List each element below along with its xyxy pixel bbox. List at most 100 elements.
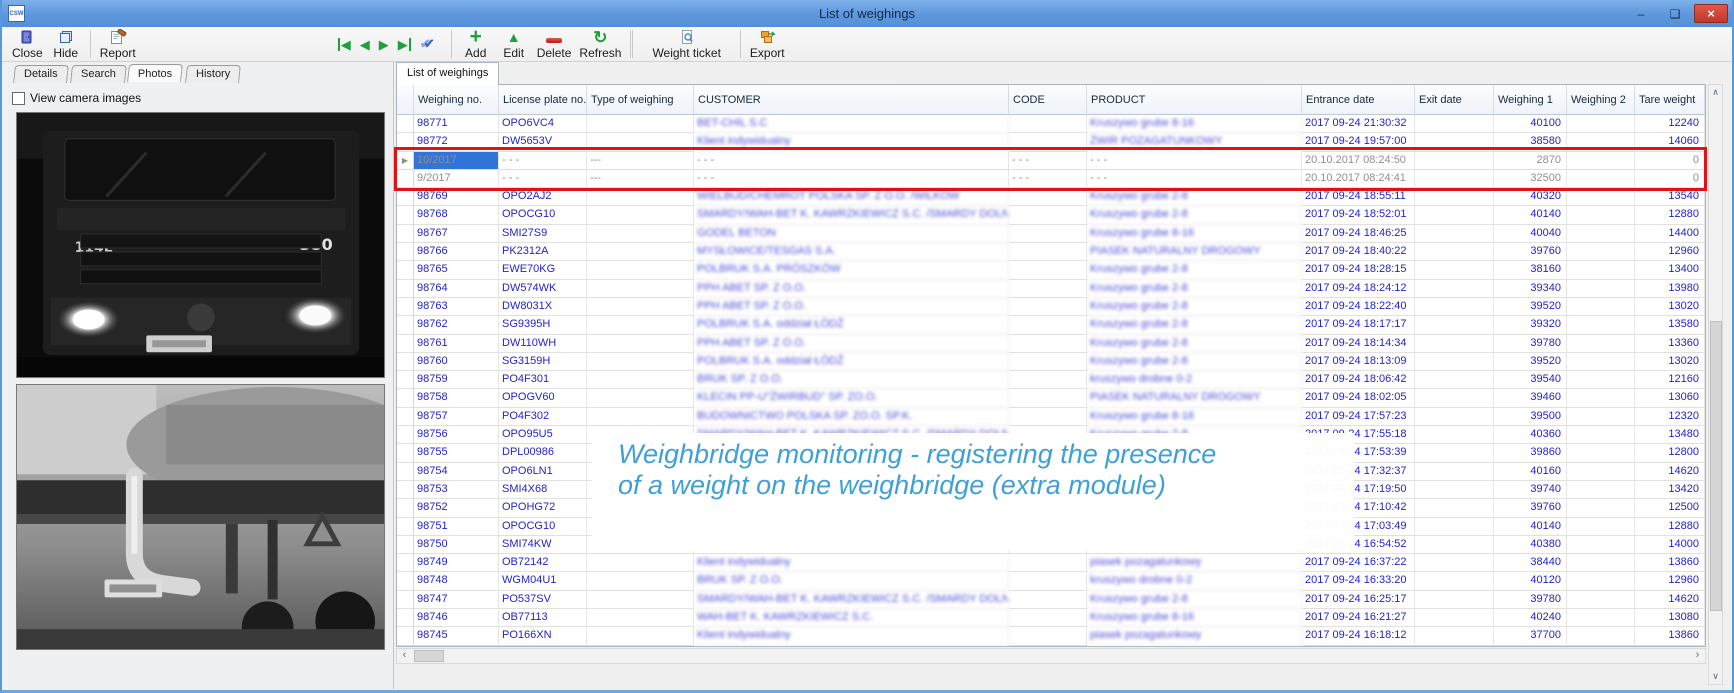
horizontal-scrollbar[interactable]: ‹ › bbox=[396, 648, 1706, 664]
cell-exit-date[interactable] bbox=[1415, 480, 1494, 500]
table-row[interactable]: 98760 SG3159H POLBRUK S.A. oddział ŁÓDŹ Kru… bbox=[397, 352, 1705, 372]
cell-code[interactable] bbox=[1009, 389, 1087, 408]
cell-weighing-2[interactable] bbox=[1567, 334, 1635, 353]
previous-record-icon[interactable]: ◀ bbox=[360, 38, 370, 51]
cell-weighing-no[interactable]: 98756 bbox=[414, 426, 499, 445]
table-row[interactable]: 98766 PK2312A MYSŁOWICE/TESGAS S.A. PIASEK … bbox=[397, 243, 1705, 262]
cell-entrance-date[interactable]: 2017 09-24 16:33:20 bbox=[1302, 572, 1415, 591]
cell-code[interactable] bbox=[1009, 627, 1087, 646]
cell-entrance-date[interactable]: 2017 09-24 18:55:11 bbox=[1302, 188, 1415, 207]
cell-exit-date[interactable] bbox=[1415, 243, 1494, 262]
row-marker[interactable]: ▶ bbox=[397, 151, 414, 170]
cell-weighing-2[interactable] bbox=[1567, 297, 1635, 317]
cell-weighing-1[interactable]: 39540 bbox=[1494, 371, 1567, 390]
cell-tare-weight[interactable]: 13400 bbox=[1635, 261, 1705, 280]
cell-tare-weight[interactable]: 13540 bbox=[1635, 188, 1705, 207]
minimize-button[interactable]: – bbox=[1626, 4, 1656, 23]
cell-product[interactable]: Kruszywo grube 2-8 bbox=[1087, 352, 1302, 372]
table-row[interactable]: 98747 PO537SV SMARDY/WAH-BET K. KAWRZKIEWI… bbox=[397, 590, 1705, 610]
cell-tare-weight[interactable]: 14400 bbox=[1635, 224, 1705, 244]
cell-license-plate[interactable]: OPO6VC4 bbox=[499, 115, 587, 134]
cell-license-plate[interactable]: OPO6LN1 bbox=[499, 462, 587, 481]
cell-tare-weight[interactable]: 12960 bbox=[1635, 243, 1705, 262]
table-row[interactable]: 98762 SG9395H POLBRUK S.A. oddział ŁÓDŹ Kru… bbox=[397, 316, 1705, 335]
column-header[interactable]: Tare weight bbox=[1635, 85, 1705, 115]
row-marker[interactable] bbox=[397, 115, 414, 134]
confirm-all-icon[interactable]: ✔ ✔ bbox=[420, 36, 438, 51]
cell-weighing-2[interactable] bbox=[1567, 517, 1635, 536]
cell-exit-date[interactable] bbox=[1415, 517, 1494, 536]
cell-weighing-2[interactable] bbox=[1567, 151, 1635, 170]
cell-weighing-2[interactable] bbox=[1567, 499, 1635, 518]
cell-weighing-1[interactable]: 40380 bbox=[1494, 535, 1567, 555]
cell-type[interactable] bbox=[587, 188, 694, 207]
row-marker[interactable] bbox=[397, 334, 414, 353]
row-marker[interactable] bbox=[397, 535, 414, 555]
cell-tare-weight[interactable]: 0 bbox=[1635, 151, 1705, 170]
cell-license-plate[interactable]: DW574WK bbox=[499, 279, 587, 298]
cell-product[interactable]: Kruszywo grube 2-8 bbox=[1087, 261, 1302, 280]
cell-type[interactable] bbox=[587, 133, 694, 152]
cell-weighing-2[interactable] bbox=[1567, 554, 1635, 573]
cell-license-plate[interactable]: DW5653V bbox=[499, 133, 587, 152]
cell-entrance-date[interactable]: 2017 09-24 18:40:22 bbox=[1302, 243, 1415, 262]
row-marker[interactable] bbox=[397, 609, 414, 628]
column-header[interactable]: Type of weighing bbox=[587, 85, 694, 115]
cell-exit-date[interactable] bbox=[1415, 261, 1494, 280]
cell-weighing-1[interactable]: 40040 bbox=[1494, 224, 1567, 244]
cell-product[interactable]: kruszywo drobne 0-2 bbox=[1087, 371, 1302, 390]
cell-type[interactable] bbox=[587, 352, 694, 372]
refresh-button[interactable]: ↻ Refresh bbox=[575, 28, 625, 61]
cell-weighing-1[interactable]: 37700 bbox=[1494, 627, 1567, 646]
cell-tare-weight[interactable]: 13860 bbox=[1635, 627, 1705, 646]
row-marker[interactable] bbox=[397, 407, 414, 427]
cell-code[interactable] bbox=[1009, 297, 1087, 317]
delete-button[interactable]: Delete bbox=[533, 28, 576, 61]
cell-customer[interactable]: Klient indywidualny bbox=[694, 554, 1009, 573]
cell-customer[interactable]: WIELBUD/CHEMROT POLSKA SP. Z O.O. /WILKÓ… bbox=[694, 188, 1009, 207]
cell-customer[interactable]: PPH ABET SP. Z O.O. bbox=[694, 279, 1009, 298]
cell-weighing-no[interactable]: 9/2017 bbox=[414, 169, 499, 189]
cell-license-plate[interactable]: SMI74KW bbox=[499, 535, 587, 555]
cell-customer[interactable]: PPH ABET SP. Z O.O. bbox=[694, 334, 1009, 353]
cell-tare-weight[interactable]: 13980 bbox=[1635, 279, 1705, 298]
cell-entrance-date[interactable]: 2017 09-24 18:46:25 bbox=[1302, 224, 1415, 244]
cell-customer[interactable]: KLECIN PP-U"ŻWIRBUD" SP. ZO.O. bbox=[694, 389, 1009, 408]
cell-license-plate[interactable]: OPOHG72 bbox=[499, 499, 587, 518]
cell-weighing-1[interactable]: 40120 bbox=[1494, 572, 1567, 591]
cell-weighing-2[interactable] bbox=[1567, 389, 1635, 408]
row-marker[interactable] bbox=[397, 279, 414, 298]
cell-exit-date[interactable] bbox=[1415, 426, 1494, 445]
cell-weighing-no[interactable]: 98767 bbox=[414, 224, 499, 244]
row-marker[interactable] bbox=[397, 261, 414, 280]
cell-weighing-1[interactable]: 39860 bbox=[1494, 444, 1567, 463]
cell-code[interactable] bbox=[1009, 188, 1087, 207]
column-header[interactable]: Entrance date bbox=[1302, 85, 1415, 115]
cell-license-plate[interactable]: PO4F302 bbox=[499, 407, 587, 427]
table-row[interactable]: 98745 PO166XN Klient indywidualny piasek po… bbox=[397, 627, 1705, 646]
cell-weighing-1[interactable]: 40140 bbox=[1494, 206, 1567, 225]
cell-license-plate[interactable]: DW8031X bbox=[499, 297, 587, 317]
cell-weighing-1[interactable]: 40360 bbox=[1494, 426, 1567, 445]
cell-weighing-2[interactable] bbox=[1567, 133, 1635, 152]
cell-type[interactable] bbox=[587, 224, 694, 244]
cell-type[interactable] bbox=[587, 279, 694, 298]
cell-code[interactable] bbox=[1009, 206, 1087, 225]
cell-customer[interactable]: BRUK SP. Z O.O. bbox=[694, 371, 1009, 390]
tab-photos[interactable]: Photos bbox=[127, 64, 184, 82]
row-marker[interactable] bbox=[397, 480, 414, 500]
cell-customer[interactable]: BET-CHIL S.C bbox=[694, 115, 1009, 134]
cell-entrance-date[interactable]: 2017 09-24 18:52:01 bbox=[1302, 206, 1415, 225]
cell-exit-date[interactable] bbox=[1415, 151, 1494, 170]
table-row[interactable]: 98748 WGM04U1 BRUK SP. Z O.O. kruszywo drob… bbox=[397, 572, 1705, 591]
cell-code[interactable] bbox=[1009, 243, 1087, 262]
tab-details[interactable]: Details bbox=[13, 65, 69, 83]
cell-weighing-2[interactable] bbox=[1567, 590, 1635, 610]
cell-code[interactable]: - - - bbox=[1009, 151, 1087, 170]
cell-weighing-2[interactable] bbox=[1567, 169, 1635, 189]
cell-license-plate[interactable]: DW110WH bbox=[499, 334, 587, 353]
cell-exit-date[interactable] bbox=[1415, 590, 1494, 610]
cell-weighing-no[interactable]: 98760 bbox=[414, 352, 499, 372]
cell-weighing-1[interactable]: 38580 bbox=[1494, 133, 1567, 152]
cell-weighing-2[interactable] bbox=[1567, 206, 1635, 225]
